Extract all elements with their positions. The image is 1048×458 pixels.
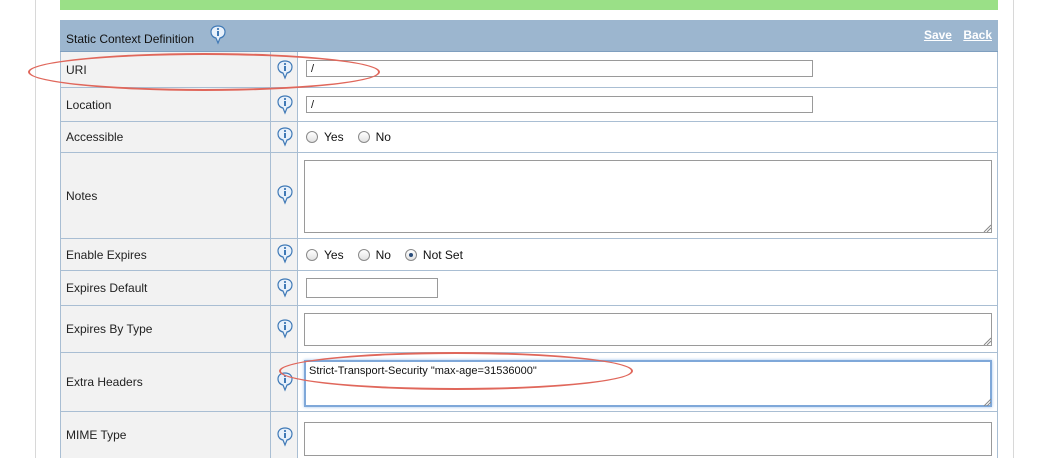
accessible-label: Accessible (60, 122, 271, 152)
row-location: Location (60, 88, 998, 122)
context-definition-table: Static Context Definition Save Back URI … (60, 20, 998, 458)
row-uri: URI (60, 52, 998, 88)
location-input[interactable] (306, 96, 813, 113)
row-extra-headers: Extra Headers Strict-Transport-Security … (60, 353, 998, 412)
resize-grip-icon[interactable] (983, 398, 991, 406)
accessible-yes-option[interactable]: Yes (306, 130, 344, 144)
row-expires-by-type: Expires By Type (60, 306, 998, 353)
expires-default-input[interactable] (306, 278, 438, 298)
help-icon[interactable] (277, 185, 293, 205)
enable-expires-not-set-radio[interactable] (404, 248, 417, 261)
resize-grip-icon[interactable] (983, 224, 991, 232)
help-icon[interactable] (277, 60, 293, 80)
extra-headers-label: Extra Headers (60, 353, 271, 411)
location-label: Location (60, 88, 271, 121)
uri-label: URI (60, 52, 271, 87)
help-icon[interactable] (277, 427, 293, 447)
help-icon[interactable] (277, 319, 293, 339)
uri-input[interactable] (306, 60, 813, 77)
row-expires-default: Expires Default (60, 271, 998, 306)
accessible-radio-group: Yes No (306, 122, 405, 152)
enable-expires-yes-radio[interactable] (306, 248, 318, 261)
expires-by-type-textarea[interactable] (304, 313, 992, 346)
accessible-yes-radio[interactable] (306, 131, 318, 143)
help-icon[interactable] (277, 278, 293, 298)
accessible-no-radio[interactable] (357, 131, 370, 143)
enable-expires-yes-option[interactable]: Yes (306, 248, 344, 262)
extra-headers-textarea[interactable]: Strict-Transport-Security "max-age=31536… (304, 360, 992, 407)
notes-label: Notes (60, 153, 271, 238)
row-accessible: Accessible Yes No (60, 122, 998, 153)
row-enable-expires: Enable Expires Yes No Not Set (60, 239, 998, 271)
enable-expires-label: Enable Expires (60, 239, 271, 270)
help-icon[interactable] (277, 127, 293, 147)
row-notes: Notes (60, 153, 998, 239)
enable-expires-radio-group: Yes No Not Set (306, 239, 477, 270)
enable-expires-not-set-option[interactable]: Not Set (404, 248, 463, 262)
accessible-no-option[interactable]: No (357, 130, 391, 144)
back-link[interactable]: Back (963, 28, 992, 42)
help-icon[interactable] (210, 25, 226, 45)
enable-expires-no-option[interactable]: No (357, 248, 391, 262)
save-link[interactable]: Save (924, 28, 952, 42)
help-icon[interactable] (277, 95, 293, 115)
header-actions: Save Back (916, 28, 992, 42)
mime-type-textarea[interactable] (304, 422, 992, 456)
enable-expires-no-radio[interactable] (357, 248, 370, 261)
status-bar (60, 0, 998, 10)
notes-textarea[interactable] (304, 160, 992, 233)
row-mime-type: MIME Type (60, 412, 998, 458)
panel-title: Static Context Definition (66, 32, 195, 46)
resize-grip-icon[interactable] (983, 337, 991, 345)
expires-by-type-label: Expires By Type (60, 306, 271, 352)
help-icon[interactable] (277, 372, 293, 392)
panel-header: Static Context Definition Save Back (60, 20, 998, 52)
expires-default-label: Expires Default (60, 271, 271, 305)
help-icon[interactable] (277, 244, 293, 264)
mime-type-label: MIME Type (60, 412, 271, 458)
